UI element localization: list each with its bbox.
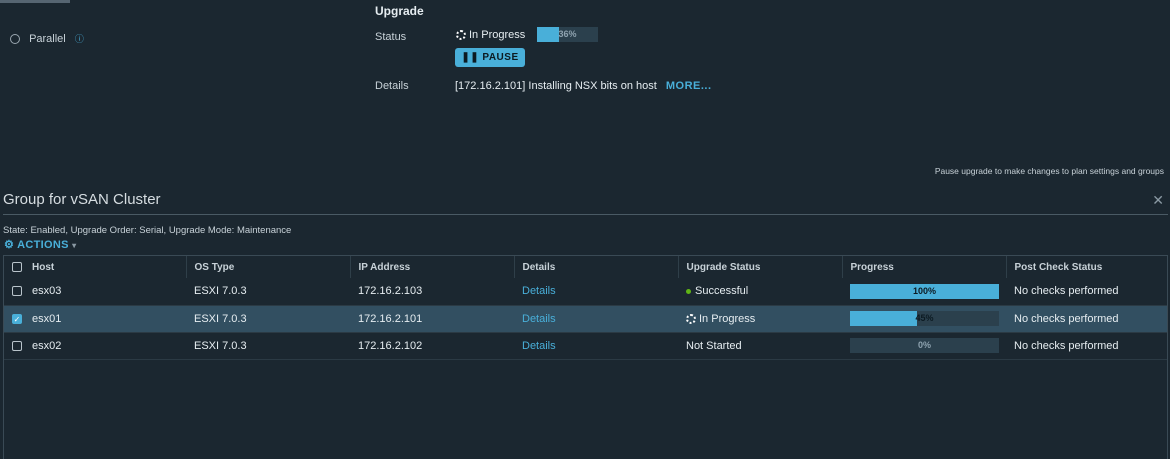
chevron-down-icon: ▾ [72, 241, 77, 250]
column-details[interactable]: Details [513, 256, 678, 278]
pause-button[interactable]: ❚❚ PAUSE [455, 48, 525, 67]
spinner-icon [456, 30, 466, 41]
parallel-option[interactable]: Parallel ⓘ [10, 32, 84, 45]
parallel-radio[interactable] [10, 34, 20, 45]
more-link[interactable]: MORE... [666, 80, 712, 92]
close-icon[interactable]: ✕ [1152, 192, 1164, 209]
upgrade-details: [172.16.2.101] Installing NSX bits on ho… [455, 80, 712, 92]
progress-bar: 0% [850, 338, 999, 353]
upgrade-title: Upgrade [375, 4, 424, 18]
os-cell: ESXI 7.0.3 [186, 278, 350, 306]
host-cell: esx02 [4, 332, 186, 360]
progress-cell: 45% [842, 305, 1006, 333]
pause-icon: ❚❚ [461, 52, 480, 63]
table-row[interactable]: ✓ esx01 ESXI 7.0.3 172.16.2.101 Details I… [4, 305, 1167, 333]
column-post-check[interactable]: Post Check Status [1005, 256, 1167, 278]
column-host[interactable]: Host [4, 256, 186, 278]
group-state: State: Enabled, Upgrade Order: Serial, U… [3, 225, 292, 236]
column-upgrade-status[interactable]: Upgrade Status [677, 256, 842, 278]
details-link[interactable]: Details [522, 285, 556, 297]
top-tab-indicator [0, 0, 70, 3]
status-cell: Not Started [678, 332, 842, 360]
row-checkbox[interactable] [12, 286, 22, 297]
column-os-type[interactable]: OS Type [185, 256, 350, 278]
progress-bar: 100% [850, 283, 999, 299]
status-cell: Successful [678, 278, 842, 306]
progress-cell: 0% [842, 332, 1006, 360]
post-check-cell: No checks performed [1006, 305, 1167, 333]
ip-cell: 172.16.2.103 [350, 278, 514, 306]
row-checkbox[interactable] [12, 340, 22, 351]
success-dot-icon [686, 288, 691, 294]
status-label: Status [375, 31, 407, 43]
os-cell: ESXI 7.0.3 [186, 332, 350, 360]
post-check-cell: No checks performed [1006, 278, 1167, 306]
table-row[interactable]: esx02 ESXI 7.0.3 172.16.2.102 Details No… [4, 332, 1167, 360]
details-cell: Details [514, 278, 678, 306]
details-link[interactable]: Details [522, 340, 556, 352]
progress-cell: 100% [842, 278, 1006, 306]
host-cell: esx03 [4, 278, 186, 306]
divider [3, 214, 1168, 215]
ip-cell: 172.16.2.101 [350, 305, 514, 333]
row-checkbox[interactable]: ✓ [12, 313, 22, 324]
host-cell: ✓ esx01 [4, 305, 186, 333]
column-progress[interactable]: Progress [841, 256, 1006, 278]
gear-icon: ⚙ [4, 239, 15, 251]
details-label: Details [375, 80, 409, 92]
hosts-table: Host OS Type IP Address Details Upgrade … [3, 255, 1168, 459]
table-header: Host OS Type IP Address Details Upgrade … [4, 256, 1167, 278]
upgrade-progress-bar: 36% [537, 27, 598, 42]
table-row[interactable]: esx03 ESXI 7.0.3 172.16.2.103 Details Su… [4, 278, 1167, 306]
column-ip[interactable]: IP Address [349, 256, 514, 278]
post-check-cell: No checks performed [1006, 332, 1167, 360]
details-cell: Details [514, 332, 678, 360]
os-cell: ESXI 7.0.3 [186, 305, 350, 333]
upgrade-status: In Progress [456, 29, 525, 41]
select-all-checkbox[interactable] [12, 261, 22, 272]
progress-bar: 45% [850, 311, 999, 326]
info-icon[interactable]: ⓘ [75, 34, 84, 44]
details-cell: Details [514, 305, 678, 333]
actions-dropdown[interactable]: ⚙ ACTIONS ▾ [4, 238, 76, 251]
details-link[interactable]: Details [522, 313, 556, 325]
ip-cell: 172.16.2.102 [350, 332, 514, 360]
group-title: Group for vSAN Cluster [3, 191, 161, 208]
spinner-icon [686, 313, 696, 324]
pause-hint: Pause upgrade to make changes to plan se… [934, 166, 1164, 176]
status-cell: In Progress [678, 305, 842, 333]
